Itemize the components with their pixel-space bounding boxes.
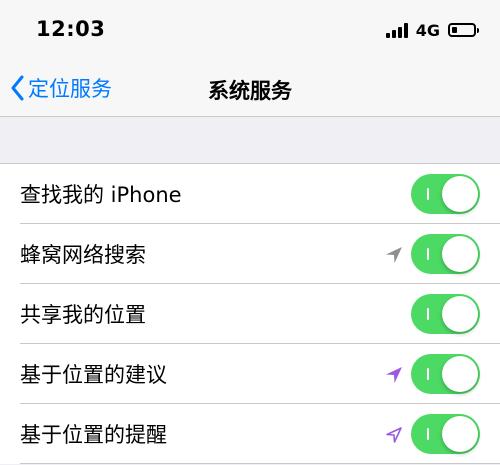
toggle-switch[interactable] [411, 234, 480, 274]
row-label: 蜂窝网络搜索 [20, 243, 146, 267]
toggle-switch[interactable] [411, 414, 480, 454]
list-item-find-my-iphone: 查找我的 iPhone [0, 164, 500, 224]
battery-icon [448, 23, 479, 37]
toggle-knob [442, 416, 478, 452]
toggle-switch[interactable] [411, 354, 480, 394]
status-indicators: 4G [385, 20, 479, 40]
list-item-location-based-suggestions: 基于位置的建议 [0, 344, 500, 404]
row-label: 基于位置的提醒 [20, 423, 167, 447]
status-time: 12:03 [36, 17, 106, 41]
status-bar: 12:03 4G [0, 0, 500, 60]
toggle-knob [442, 176, 478, 212]
navigation-bar: 定位服务 系统服务 [0, 60, 500, 117]
network-type: 4G [415, 20, 440, 40]
list-item-share-my-location: 共享我的位置 [0, 284, 500, 344]
toggle-knob [442, 356, 478, 392]
list-item-cellular-network-search: 蜂窝网络搜索 [0, 224, 500, 284]
location-arrow-gray-icon [386, 247, 402, 263]
toggle-switch[interactable] [411, 174, 480, 214]
location-arrow-purple-icon [386, 367, 402, 383]
row-label: 共享我的位置 [20, 303, 146, 327]
system-services-list: 查找我的 iPhone 蜂窝网络搜索 共享我的位置 基于位置的建议 基于位置的提… [0, 163, 500, 464]
row-label: 查找我的 iPhone [20, 183, 182, 207]
page-title: 系统服务 [208, 79, 292, 103]
battery-level [452, 27, 457, 33]
cellular-signal-icon [385, 22, 410, 38]
toggle-knob [442, 236, 478, 272]
toggle-switch[interactable] [411, 294, 480, 334]
list-item-location-based-alerts: 基于位置的提醒 [0, 404, 500, 464]
location-arrow-outline-purple-icon [386, 427, 402, 443]
row-label: 基于位置的建议 [20, 363, 167, 387]
toggle-knob [442, 296, 478, 332]
